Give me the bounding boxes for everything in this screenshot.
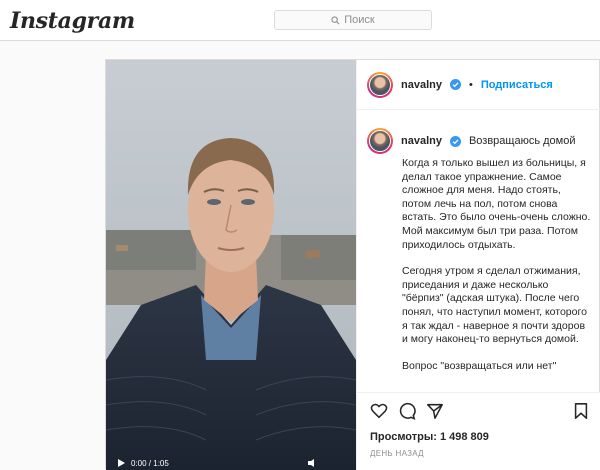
views-count: Просмотры: 1 498 809 [370,431,489,443]
caption-text: Когда я только вышел из больницы, я дела… [402,157,592,386]
caption-paragraph: Вопрос "возвращаться или нет" [402,359,557,372]
video-player[interactable]: 0:00 / 1:05 [106,60,356,470]
verified-badge-icon [449,135,461,147]
search-icon [331,15,340,24]
top-navigation-bar: Instagram Поиск [0,0,600,41]
caption-avatar[interactable] [367,128,393,154]
video-time: 0:00 / 1:05 [131,458,169,468]
comment-icon[interactable] [398,402,416,420]
bookmark-icon[interactable] [572,402,590,420]
post-actions: Просмотры: 1 498 809 ДЕНЬ НАЗАД [357,392,600,470]
verified-badge-icon [449,79,461,90]
post-card: 0:00 / 1:05 navalny • Подписаться navaln… [105,59,600,470]
caption-header: navalny Возвращаюсь домой [367,128,576,154]
post-header: navalny • Подписаться [357,60,600,110]
avatar[interactable] [367,71,393,98]
caption-avatar-image [369,130,391,152]
video-frame [106,60,356,470]
avatar-image [369,73,391,96]
search-placeholder: Поиск [344,14,375,26]
caption-username[interactable]: navalny [401,135,442,147]
caption-title: Возвращаюсь домой [468,135,576,147]
follow-button[interactable]: Подписаться [481,79,553,91]
caption-paragraph: Сегодня утром я сделал отжимания, присед… [402,265,587,346]
instagram-logo[interactable]: Instagram [10,8,135,34]
username-link[interactable]: navalny [401,79,442,91]
post-side-panel: navalny • Подписаться navalny Возвращаюс… [356,60,600,470]
search-input[interactable]: Поиск [274,10,432,30]
post-timestamp[interactable]: ДЕНЬ НАЗАД [370,449,424,458]
separator-dot: • [468,78,473,91]
share-icon[interactable] [426,402,444,420]
action-icons [370,402,444,420]
video-controls[interactable]: 0:00 / 1:05 [106,456,356,470]
heart-icon[interactable] [370,402,388,420]
caption-paragraph: Когда я только вышел из больницы, я дела… [402,157,591,251]
